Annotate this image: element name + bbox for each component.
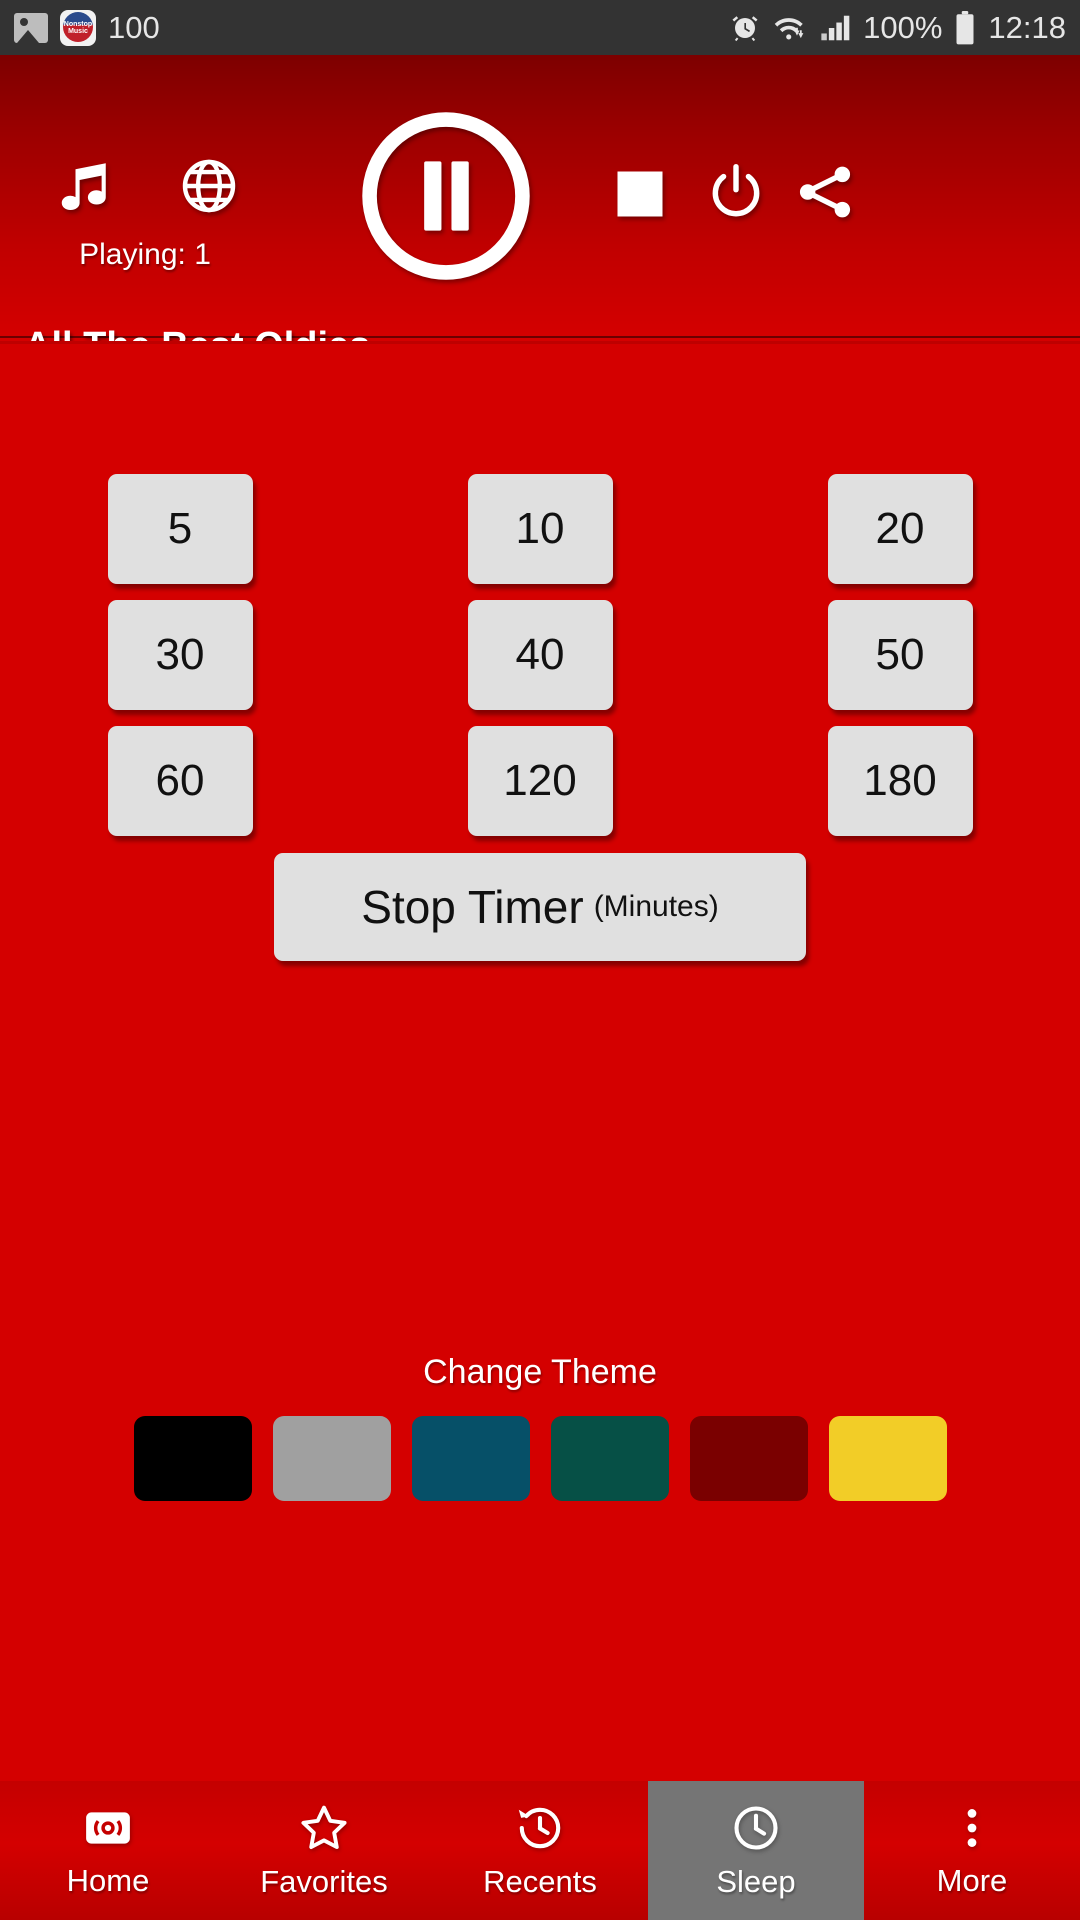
wifi-icon bbox=[773, 14, 807, 42]
nav-item-favorites[interactable]: Favorites bbox=[216, 1781, 432, 1920]
theme-swatch-yellow[interactable] bbox=[828, 1416, 947, 1501]
nav-label-more: More bbox=[936, 1862, 1008, 1898]
timer-button-180[interactable]: 180 bbox=[827, 726, 973, 836]
timer-button-40[interactable]: 40 bbox=[467, 600, 613, 710]
share-icon[interactable] bbox=[793, 160, 857, 224]
radio-icon bbox=[83, 1803, 133, 1853]
stop-timer-button[interactable]: Stop Timer (Minutes) bbox=[274, 853, 806, 961]
alarm-icon bbox=[730, 13, 760, 43]
nav-item-home[interactable]: Home bbox=[0, 1781, 216, 1920]
nav-item-sleep[interactable]: Sleep bbox=[648, 1781, 864, 1920]
status-bar: Nonstop Music 100 100% 12:18 bbox=[0, 0, 1080, 55]
theme-swatches bbox=[0, 1416, 1080, 1501]
clock-label: 12:18 bbox=[988, 9, 1066, 45]
stop-timer-unit-label: (Minutes) bbox=[593, 890, 719, 923]
bottom-navigation: Home Favorites Recents Sleep More bbox=[0, 1781, 1080, 1920]
theme-swatch-teal[interactable] bbox=[411, 1416, 530, 1501]
timer-button-20[interactable]: 20 bbox=[827, 474, 973, 584]
nav-label-sleep: Sleep bbox=[716, 1863, 796, 1899]
pause-button[interactable] bbox=[355, 105, 537, 287]
star-icon bbox=[298, 1802, 350, 1854]
timer-button-10[interactable]: 10 bbox=[467, 474, 613, 584]
battery-percent-label: 100% bbox=[863, 9, 943, 45]
signal-icon bbox=[820, 14, 850, 42]
clock-icon bbox=[730, 1802, 782, 1854]
nav-item-recents[interactable]: Recents bbox=[432, 1781, 648, 1920]
change-theme-label: Change Theme bbox=[423, 1353, 657, 1391]
nav-label-home: Home bbox=[66, 1862, 150, 1898]
app-icon-line1: Nonstop bbox=[63, 20, 93, 28]
nav-label-favorites: Favorites bbox=[260, 1863, 388, 1899]
playing-status-label: Playing: 1 bbox=[79, 238, 211, 271]
timer-button-60[interactable]: 60 bbox=[107, 726, 253, 836]
timer-button-50[interactable]: 50 bbox=[827, 600, 973, 710]
theme-swatch-black[interactable] bbox=[133, 1416, 252, 1501]
power-icon[interactable] bbox=[705, 160, 767, 222]
stop-button[interactable] bbox=[613, 167, 667, 221]
timer-button-30[interactable]: 30 bbox=[107, 600, 253, 710]
nav-item-more[interactable]: More bbox=[864, 1781, 1080, 1920]
player-header: Playing: 1 All The Best Oldies bbox=[0, 55, 1080, 367]
music-note-icon[interactable] bbox=[48, 155, 114, 221]
sleep-timer-panel: 5 10 20 30 40 50 60 120 180 Stop Timer (… bbox=[0, 341, 1080, 1781]
app-icon-line2: Music bbox=[68, 27, 88, 35]
notification-count: 100 bbox=[108, 9, 160, 45]
nav-label-recents: Recents bbox=[483, 1863, 597, 1899]
timer-button-5[interactable]: 5 bbox=[107, 474, 253, 584]
more-vert-icon bbox=[947, 1803, 997, 1853]
theme-swatch-maroon[interactable] bbox=[689, 1416, 808, 1501]
status-bar-right: 100% 12:18 bbox=[730, 10, 1066, 46]
globe-icon[interactable] bbox=[178, 155, 240, 217]
theme-swatch-green[interactable] bbox=[550, 1416, 669, 1501]
timer-buttons-grid: 5 10 20 30 40 50 60 120 180 bbox=[0, 474, 1080, 836]
nonstop-music-app-icon: Nonstop Music bbox=[60, 9, 96, 46]
status-bar-left: Nonstop Music 100 bbox=[14, 9, 160, 46]
image-icon bbox=[14, 12, 48, 43]
stop-timer-label: Stop Timer bbox=[361, 881, 584, 933]
timer-button-120[interactable]: 120 bbox=[467, 726, 613, 836]
battery-icon bbox=[955, 10, 975, 45]
theme-swatch-grey[interactable] bbox=[272, 1416, 391, 1501]
history-clock-icon bbox=[514, 1802, 566, 1854]
